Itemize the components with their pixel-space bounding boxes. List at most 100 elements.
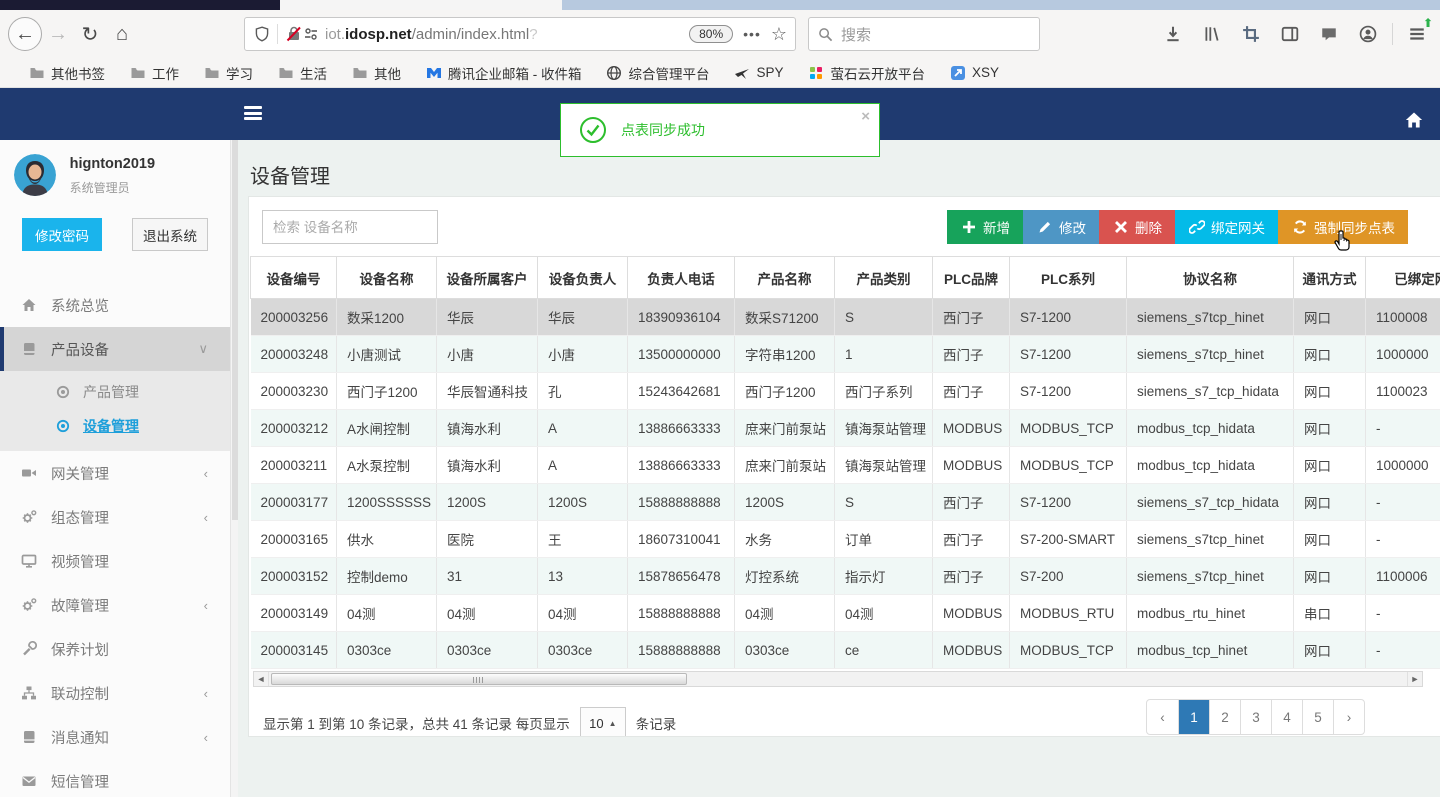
insecure-lock-icon[interactable] [285, 26, 302, 43]
sync-icon [1291, 219, 1308, 236]
sidebar-item[interactable]: 视频管理 [0, 539, 230, 583]
table-row[interactable]: 200003152 控制demo 31 13 15878656478 灯控系统 指示灯 西门子… [250, 557, 1440, 595]
page-number-button[interactable]: 5 [1302, 700, 1333, 734]
search-icon [817, 26, 834, 43]
url-bar[interactable]: iot.idosp.net/admin/index.html? 80% ••• … [244, 17, 796, 51]
page-number-button[interactable]: 4 [1271, 700, 1302, 734]
table-cell: 1100008 [1365, 298, 1440, 336]
page-next-button[interactable]: › [1333, 700, 1364, 734]
username: hignton2019 [69, 156, 156, 172]
menu-button[interactable]: ⬆ [1402, 16, 1433, 50]
table-cell: S7-1200 [1009, 335, 1127, 373]
x-icon [1112, 219, 1129, 236]
table-row[interactable]: 200003165 供水 医院王 18607310041 水务 订单 西门子 S7-200-S… [250, 520, 1440, 558]
table-cell: 200003165 [250, 520, 337, 558]
page-number-button[interactable]: 3 [1240, 700, 1271, 734]
page-number-button[interactable]: 1 [1178, 700, 1209, 734]
browser-home-button[interactable]: ⌂ [106, 18, 138, 50]
bookmark-item[interactable]: XSY [949, 64, 999, 81]
sidebar-item[interactable]: 保养计划 [0, 627, 230, 671]
sidebar-item[interactable]: 故障管理 ‹ [0, 583, 230, 627]
sidebar-scrollbar[interactable] [230, 140, 238, 797]
table-row[interactable]: 200003212 A水闸控制 镇海水利 A 13886663333 庶来门前泵站 镇海泵站… [250, 409, 1440, 447]
back-button[interactable]: ← [8, 17, 42, 51]
sidebar-subitem[interactable]: 设备管理 [0, 409, 230, 443]
page-number-button[interactable]: 2 [1209, 700, 1240, 734]
account-button[interactable] [1353, 18, 1383, 50]
browser-search-input[interactable]: 搜索 [808, 17, 1040, 51]
screenshot-crop-button[interactable] [1236, 18, 1266, 50]
library-button[interactable] [1197, 18, 1227, 50]
table-cell: 200003248 [250, 335, 337, 373]
table-cell: 1 [834, 335, 933, 373]
downloads-button[interactable] [1158, 18, 1188, 50]
bookmark-star-icon[interactable]: ☆ [771, 24, 787, 45]
table-cell: 15888888888 [627, 594, 735, 632]
sidebar-item[interactable]: 消息通知 ‹ [0, 715, 230, 759]
sidebar-item[interactable]: 网关管理 ‹ [0, 451, 230, 495]
device-search-input[interactable] [262, 210, 438, 244]
table-cell: 1200S [436, 483, 538, 521]
table-row[interactable]: 200003177 1200SSSSSS 1200S 1200S 15888888888… [250, 483, 1440, 521]
bookmark-item[interactable]: 综合管理平台 [606, 63, 710, 83]
sidebar-subitem[interactable]: 产品管理 [0, 375, 230, 409]
table-row[interactable]: 200003149 04测 04测 04测 15888888888 04测 04测 MODBU… [250, 594, 1440, 632]
column-header: 产品类别 [834, 256, 933, 299]
app-home-button[interactable] [1398, 104, 1430, 136]
table-cell: 西门子1200 [734, 372, 835, 410]
bookmark-item[interactable]: 工作 [129, 63, 179, 83]
permissions-icon[interactable] [302, 26, 319, 43]
column-header: 设备负责人 [537, 256, 628, 299]
sidebar-toggle-button[interactable] [244, 106, 262, 120]
scrollbar-thumb[interactable] [271, 673, 687, 685]
sidebar-item[interactable]: 产品设备 ∨ [0, 327, 230, 371]
column-header: 设备名称 [336, 256, 437, 299]
bookmark-item[interactable]: 腾讯企业邮箱 - 收件箱 [425, 63, 582, 83]
pagination: ‹ 1 2 3 4 5 › [1146, 699, 1365, 735]
bookmark-label: XSY [972, 65, 1000, 80]
table-cell: 西门子 [932, 483, 1010, 521]
link-icon [1188, 219, 1205, 236]
change-password-button[interactable]: 修改密码 [22, 218, 102, 251]
table-cell: 15888888888 [627, 483, 735, 521]
sidebar-item[interactable]: 短信管理 [0, 759, 230, 797]
bookmark-item[interactable]: 萤石云开放平台 [808, 63, 925, 83]
shield-icon[interactable] [253, 26, 270, 43]
table-cell: 1200SSSSSS [336, 483, 437, 521]
table-row[interactable]: 200003211 A水泵控制 镇海水利 A 13886663333 庶来门前泵站 镇海泵站… [250, 446, 1440, 484]
bind-gateway-button[interactable]: 绑定网关 [1175, 210, 1278, 244]
zoom-level-badge[interactable]: 80% [689, 25, 734, 43]
column-header: 设备编号 [250, 256, 337, 299]
messages-button[interactable] [1314, 18, 1344, 50]
table-cell: 王 [537, 520, 628, 558]
add-button[interactable]: 新增 [947, 210, 1023, 244]
scroll-right-arrow-icon[interactable]: ► [1407, 672, 1422, 686]
logout-button[interactable]: 退出系统 [132, 218, 208, 251]
bookmark-item[interactable]: 其他 [351, 63, 401, 83]
toast-close-icon[interactable]: × [861, 108, 870, 125]
delete-button[interactable]: 删除 [1099, 210, 1175, 244]
bookmark-item[interactable]: 学习 [203, 63, 253, 83]
page-actions-icon[interactable]: ••• [743, 26, 761, 42]
table-row[interactable]: 200003248 小唐测试 小唐 小唐 13500000000 字符串1200 1 西门子 S… [250, 335, 1440, 373]
avatar[interactable] [14, 154, 56, 196]
bookmark-item[interactable]: 其他书签 [28, 63, 105, 83]
edit-button[interactable]: 修改 [1023, 210, 1099, 244]
page-prev-button[interactable]: ‹ [1147, 700, 1178, 734]
sidebars-button[interactable] [1275, 18, 1305, 50]
bookmark-item[interactable]: 生活 [277, 63, 327, 83]
sidebar-item[interactable]: 系统总览 [0, 283, 230, 327]
forward-button[interactable]: → [42, 18, 74, 50]
sidebar-item[interactable]: 联动控制 ‹ [0, 671, 230, 715]
scroll-left-arrow-icon[interactable]: ◄ [254, 672, 269, 686]
page-size-select[interactable]: 10 ▲ [579, 707, 626, 736]
table-row[interactable]: 200003230 西门子1200 华辰智通科技孔 15243642681 西门子120… [250, 372, 1440, 410]
horizontal-scrollbar[interactable]: ◄ ► [253, 671, 1423, 687]
table-row[interactable]: 200003256 数采1200 华辰 华辰 18390936104 数采S71200 S 西… [250, 298, 1440, 336]
bookmark-item[interactable]: SPY [734, 64, 784, 81]
table-cell: siemens_s7tcp_hinet [1126, 520, 1294, 558]
reload-button[interactable]: ↻ [74, 18, 106, 50]
table-row[interactable]: 200003145 0303ce 0303ce 0303ce 15888888888 03… [250, 631, 1440, 669]
sidebar-item[interactable]: 组态管理 ‹ [0, 495, 230, 539]
table-cell: 网口 [1293, 631, 1366, 669]
